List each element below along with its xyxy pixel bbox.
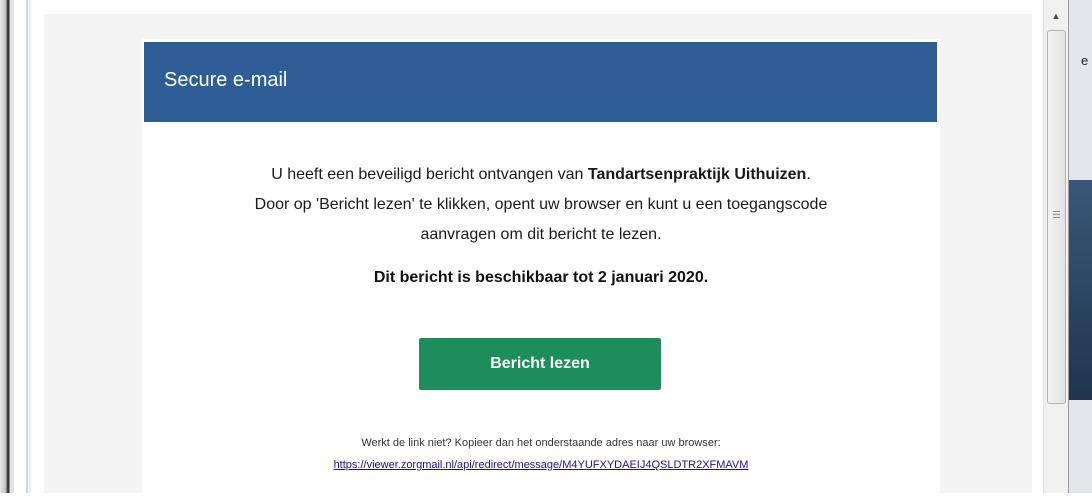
email-title: Secure e-mail: [164, 69, 288, 91]
intro-suffix: .: [806, 166, 811, 183]
message-link[interactable]: https://viewer.zorgmail.nl/api/redirect/…: [142, 458, 940, 472]
instruction-line-2: aanvragen om dit bericht te lezen.: [420, 226, 662, 243]
availability-notice: Dit bericht is beschikbaar tot 2 januari…: [373, 269, 709, 286]
scrollbar-thumb[interactable]: [1047, 30, 1066, 404]
window-edge-left: [14, 0, 26, 493]
window-border-left-inner: [29, 0, 31, 493]
email-header: Secure e-mail: [144, 42, 937, 122]
vertical-scrollbar[interactable]: ▲: [1043, 0, 1068, 493]
background-window-right: e: [1068, 0, 1092, 493]
window-border-left: [26, 0, 28, 493]
background-window-left: [0, 0, 14, 493]
intro-line: U heeft een beveiligd bericht ontvangen …: [142, 160, 940, 190]
background-panel: [1069, 180, 1092, 400]
message-viewer: Secure e-mail U heeft een beveiligd beri…: [44, 14, 1032, 499]
scroll-grip-icon: [1053, 211, 1060, 220]
instruction-line: Door op 'Bericht lezen' te klikken, open…: [254, 196, 828, 213]
read-message-button[interactable]: Bericht lezen: [419, 338, 661, 390]
email-card: Secure e-mail U heeft een beveiligd beri…: [142, 39, 940, 499]
chevron-up-icon[interactable]: ▲: [1044, 8, 1068, 24]
background-text-fragment: e: [1081, 53, 1089, 68]
sender-name: Tandartsenpraktijk Uithuizen: [587, 166, 807, 183]
link-hint: Werkt de link niet? Kopieer dan het onde…: [361, 437, 721, 449]
email-body: U heeft een beveiligd bericht ontvangen …: [142, 160, 940, 250]
intro-prefix: U heeft een beveiligd bericht ontvangen …: [271, 166, 588, 183]
